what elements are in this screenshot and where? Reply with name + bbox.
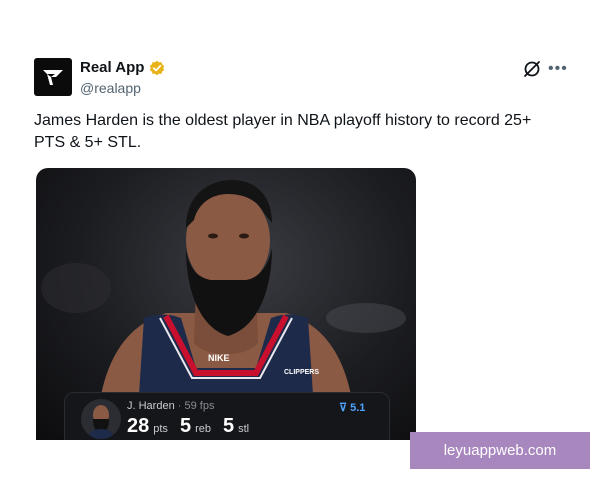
jersey-brand-text: NIKE (208, 353, 230, 363)
score-icon: ⊽ (339, 402, 351, 414)
more-options-icon[interactable]: ••• (548, 59, 567, 79)
pts-label: pts (153, 423, 168, 435)
stat-card: J. Harden · 59 fps ⊽ 5.1 28 pts 5 reb 5 … (64, 392, 390, 440)
pts-value: 28 (127, 415, 150, 437)
stat-fps: · 59 fps (177, 400, 215, 412)
post-image[interactable]: NIKE CLIPPERS J. Harden · 59 fps ⊽ 5.1 2… (36, 168, 416, 440)
author-avatar[interactable] (34, 58, 72, 96)
stat-score: ⊽ 5.1 (339, 401, 365, 414)
tweet-post: Real App @realapp ••• James Harden is th… (0, 0, 600, 480)
verified-badge-icon (150, 60, 165, 75)
stat-line: 28 pts 5 reb 5 stl (127, 415, 257, 438)
grok-icon[interactable] (522, 59, 542, 79)
reb-label: reb (195, 423, 211, 435)
stl-label: stl (238, 423, 250, 435)
stat-score-value: 5.1 (350, 402, 366, 414)
stat-player-line: J. Harden · 59 fps (127, 400, 214, 412)
author-name[interactable]: Real App (80, 59, 144, 76)
player-mini-avatar (81, 399, 121, 439)
jersey-team-text: CLIPPERS (284, 369, 319, 376)
post-text: James Harden is the oldest player in NBA… (34, 112, 532, 151)
stl-value: 5 (222, 415, 235, 437)
stat-player-name: J. Harden (127, 400, 175, 412)
watermark: leyuappweb.com (410, 432, 590, 469)
author-handle[interactable]: @realapp (80, 80, 141, 96)
author-name-row[interactable]: Real App (80, 59, 165, 76)
real-app-logo-icon (43, 70, 63, 85)
reb-value: 5 (179, 415, 192, 437)
